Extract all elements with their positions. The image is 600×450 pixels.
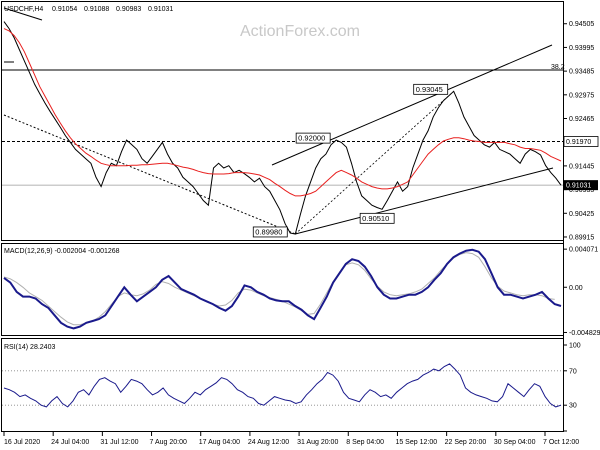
x-tick-label: 8 Sep 04:00 — [346, 439, 384, 446]
current-price-tag-label: 0.91031 — [566, 183, 591, 190]
x-tick-label: 17 Aug 04:00 — [199, 439, 240, 446]
price-annotation-label: 0.93045 — [416, 85, 443, 94]
price-annotation: 0.90510 — [359, 212, 395, 224]
rsi-y-tick-label: 100 — [569, 343, 581, 350]
price-annotation-label: 0.89980 — [255, 227, 282, 236]
macd-y-tick-label: -0.004829 — [569, 330, 600, 337]
price-annotation: 0.92000 — [295, 132, 331, 144]
current-price-tag: 0.91031 — [564, 180, 598, 191]
price-y-tick-label: 0.93485 — [569, 69, 594, 76]
forex-chart: ActionForex.com USDCHF,H4 0.91054 0.9108… — [0, 0, 600, 450]
price-annotation-label: 0.90510 — [362, 214, 389, 223]
price-y-tick-label: 0.94505 — [569, 21, 594, 28]
watermark: ActionForex.com — [240, 23, 360, 40]
price-y-tick-label: 0.93995 — [569, 45, 594, 52]
ohlc-low: 0.90983 — [116, 6, 141, 13]
rsi-title: RSI(14) 28.2403 — [4, 344, 55, 351]
x-tick-label: 31 Jul 12:00 — [100, 439, 138, 446]
price-y-tick-label: 0.89915 — [569, 234, 594, 241]
x-tick-label: 24 Jul 04:00 — [51, 439, 89, 446]
price-annotation: 0.89980 — [252, 226, 288, 238]
x-tick-label: 31 Aug 20:00 — [297, 439, 338, 446]
resistance-tag: 0.91970 — [563, 136, 599, 147]
x-tick-label: 24 Aug 12:00 — [248, 439, 289, 446]
price-annotation: 0.93045 — [413, 83, 449, 95]
chart-background — [0, 0, 600, 450]
macd-y-tick-label: 0.00 — [569, 285, 583, 292]
x-tick-label: 16 Jul 2020 — [4, 439, 40, 446]
ohlc-close: 0.91031 — [148, 6, 173, 13]
price-annotation-label: 0.92000 — [298, 134, 325, 143]
price-y-tick-label: 0.92975 — [569, 92, 594, 99]
rsi-y-tick-label: 30 — [569, 403, 577, 410]
x-tick-label: 15 Sep 12:00 — [395, 439, 437, 446]
ohlc-open: 0.91054 — [52, 6, 77, 13]
x-tick-label: 7 Oct 12:00 — [543, 439, 579, 446]
rsi-y-tick-label: 70 — [569, 368, 577, 375]
price-y-tick-label: 0.92465 — [569, 116, 594, 123]
x-tick-label: 30 Sep 04:00 — [494, 439, 536, 446]
macd-y-tick-label: 0.004071 — [569, 247, 598, 254]
resistance-tag-label: 0.91970 — [566, 139, 591, 146]
x-tick-label: 22 Sep 20:00 — [445, 439, 487, 446]
macd-title: MACD(12,26,9) -0.002004 -0.001268 — [4, 248, 120, 255]
price-y-tick-label: 0.91445 — [569, 163, 594, 170]
ohlc-high: 0.91088 — [84, 6, 109, 13]
fib-label: 38.2 — [551, 64, 565, 71]
x-tick-label: 7 Aug 20:00 — [150, 439, 187, 446]
price-y-tick-label: 0.90425 — [569, 211, 594, 218]
